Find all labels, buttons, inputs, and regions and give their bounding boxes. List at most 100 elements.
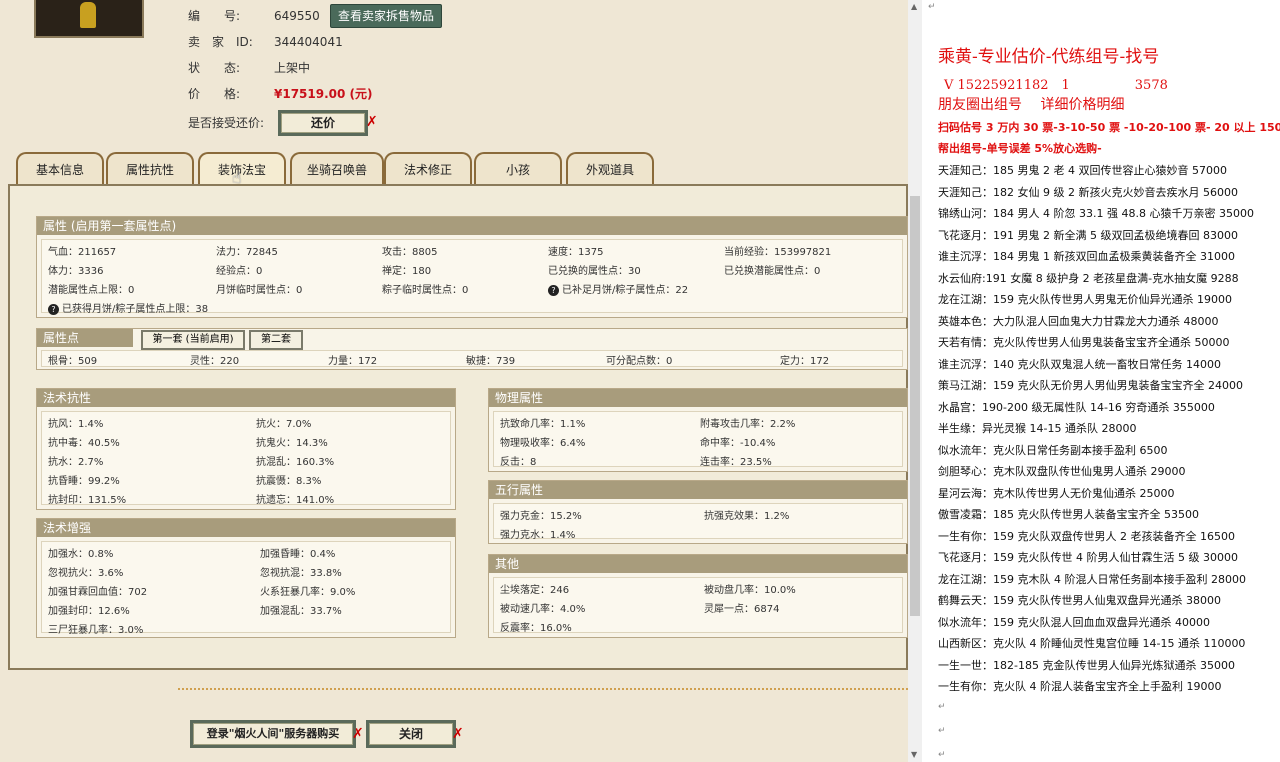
five-cell: 抗强克效果：1.2% [704,511,790,522]
resist-cell: 抗封印：131.5% [48,495,127,506]
spell-enhance-body: 加强水：0.8% 加强昏睡：0.4% 忽视抗火：3.6% 忽视抗混：33.8% … [41,541,451,636]
tab-basic-info[interactable]: 基本信息 [16,152,104,184]
physical-cell: 连击率：23.5% [700,457,772,468]
help-icon[interactable]: ? [48,303,59,315]
attr-cell: 气血：211657 [48,247,117,258]
other-body: 尘埃落定：246 被动盘几率：10.0% 被动速几率：4.0% 灵犀一点：687… [493,577,903,634]
paragraph-mark-icon: ↵ [928,2,936,12]
counter-offer-button[interactable]: 还价 [278,110,368,136]
doc-list-line: 半生缘：异光灵猴 14-15 通杀队 28000 [938,422,1137,435]
doc-title: 乘黄-专业估价-代练组号-找号 [938,47,1160,67]
tab-child[interactable]: 小孩 [474,152,562,184]
doc-list-line: 飞花逐月：159 克火队传世 4 阶男人仙甘霖生活 5 级 30000 [938,551,1238,564]
attribute-points-title: 属性点 [37,329,133,347]
doc-subtitle: 朋友圈出组号 详细价格明细 [938,97,1125,113]
doc-list-line: 鹤舞云天：159 克火队传世男人仙鬼双盘异光通杀 38000 [938,594,1221,607]
five-elements-panel: 五行属性 强力克金：15.2% 抗强克效果：1.2% 强力克水：1.4% [488,480,908,544]
paragraph-mark-icon: ↵ [938,726,946,736]
id-label: 编 号: [188,9,241,23]
doc-list-line: 龙在江湖：159 克木队 4 阶混人日常任务副本接手盈利 28000 [938,572,1246,586]
doc-list-line: 水云仙府:191 女魔 8 级护身 2 老孩星盘满-克水抽女魔 9288 [938,271,1239,285]
attr-cell: 禅定：180 [382,266,432,277]
resist-cell: 抗震慑：8.3% [256,476,322,487]
physical-title: 物理属性 [489,389,907,407]
attribute-panel-title: 属性 (启用第一套属性点) [37,217,907,235]
close-button[interactable]: 关闭 [366,720,456,748]
attr-cell-mooncake: ? 已补足月饼/粽子属性点：22 [548,281,688,296]
other-title: 其他 [489,555,907,573]
enhance-cell: 加强混乱：33.7% [260,606,342,617]
game-trade-window: 编 号: 649550 查看卖家拆售物品 卖 家 ID: 344404041 状 态… [0,0,908,762]
spell-enhance-panel: 法术增强 加强水：0.8% 加强昏睡：0.4% 忽视抗火：3.6% 忽视抗混：3… [36,518,456,638]
attribute-panel: 属性 (启用第一套属性点) 气血：211657 法力：72845 攻击：8805… [36,216,908,318]
point-cell: 力量：172 [328,356,378,367]
physical-cell: 物理吸收率：6.4% [500,438,586,449]
scrollbar-thumb[interactable] [910,196,920,616]
point-cell: 根骨：509 [48,356,98,367]
help-icon[interactable]: ? [548,284,559,296]
point-cell: 灵性：220 [190,356,240,367]
points-set2-tab[interactable]: 第二套 [249,330,303,350]
tab-spell-fix[interactable]: 法术修正 [384,152,472,184]
status-label: 状 态: [188,61,241,75]
doc-list-line: 飞花逐月：191 男鬼 2 新全满 5 级双回孟极绝境春回 83000 [938,228,1238,242]
resist-cell: 抗火：7.0% [256,419,312,430]
points-set1-tab[interactable]: 第一套 (当前启用) [141,330,245,350]
physical-body: 抗致命几率：1.1% 附毒攻击几率：2.2% 物理吸收率：6.4% 命中率：-1… [493,411,903,468]
info-row-counter: 是否接受还价: [188,113,264,133]
doc-list-line: 谁主沉浮：184 男鬼 1 新孩双回血孟极乘黄装备齐全 31000 [938,250,1235,263]
paragraph-mark-icon: ↵ [938,702,946,712]
attr-cell: 潜能属性点上限：0 [48,285,135,296]
doc-list-line: 星河云海：克木队传世男人无价鬼仙通杀 25000 [938,486,1175,500]
other-cell: 被动盘几率：10.0% [704,585,796,596]
five-cell: 强力克水：1.4% [500,530,576,541]
other-cell: 反震率：16.0% [500,623,572,634]
tab-mount-summon[interactable]: 坐骑召唤兽 [290,152,384,184]
resist-cell: 抗鬼火：14.3% [256,438,328,449]
attr-cell: 当前经验：153997821 [724,247,832,258]
attribute-panel-body: 气血：211657 法力：72845 攻击：8805 速度：1375 当前经验：… [41,239,903,315]
doc-list-line: 龙在江湖：159 克火队传世男人男鬼无价仙异光通杀 19000 [938,293,1232,306]
resist-cell: 抗水：2.7% [48,457,104,468]
physical-cell: 抗致命几率：1.1% [500,419,586,430]
doc-list-line: 似水流年：159 克火队混人回血血双盘异光通杀 40000 [938,615,1210,629]
character-figure [80,2,96,28]
scroll-up-icon[interactable]: ▲ [911,2,917,11]
spell-resist-title: 法术抗性 [37,389,455,407]
tab-content-area: 属性 (启用第一套属性点) 气血：211657 法力：72845 攻击：8805… [8,184,908,670]
close-x-icon[interactable]: ✗ [452,726,464,742]
tab-attribute-resist[interactable]: 属性抗性 [106,152,194,184]
close-x-icon[interactable]: ✗ [352,726,364,742]
resist-cell: 抗混乱：160.3% [256,457,335,468]
doc-list-line: 山西新区：克火队 4 阶睡仙灵性鬼宫位睡 14-15 通杀 110000 [938,637,1246,650]
spell-resist-body: 抗风：1.4% 抗火：7.0% 抗中毒：40.5% 抗鬼火：14.3% 抗水：2… [41,411,451,506]
enhance-cell: 火系狂暴几率：9.0% [260,587,356,598]
tab-appearance[interactable]: 外观道具 [566,152,654,184]
document-pane: ↵ 乘黄-专业估价-代练组号-找号 V 15225921182 1 3578 朋… [922,0,1280,762]
resist-cell: 抗中毒：40.5% [48,438,120,449]
vertical-scrollbar[interactable]: ▲ ▼ [908,0,922,762]
physical-panel: 物理属性 抗致命几率：1.1% 附毒攻击几率：2.2% 物理吸收率：6.4% 命… [488,388,908,472]
price-label: 价 格: [188,87,241,101]
attr-cell: 攻击：8805 [382,247,438,258]
enhance-cell: 忽视抗混：33.8% [260,568,342,579]
five-elements-title: 五行属性 [489,481,907,499]
info-row-seller: 卖 家 ID: 344404041 [188,32,343,52]
enhance-cell: 加强昏睡：0.4% [260,549,336,560]
point-cell: 定力：172 [780,356,830,367]
other-cell: 被动速几率：4.0% [500,604,586,615]
five-cell: 强力克金：15.2% [500,511,582,522]
login-server-buy-button[interactable]: 登录"烟火人间"服务器购买 [190,720,356,748]
resist-cell: 抗风：1.4% [48,419,104,430]
scroll-down-icon[interactable]: ▼ [911,750,917,759]
info-row-status: 状 态: 上架中 [188,58,310,78]
tab-equipment-treasure[interactable]: 装饰法宝 [198,152,286,184]
doc-red-line: 扫码估号 3 万内 30 票-3-10-50 票 -10-20-100 票- 2… [938,121,1280,134]
doc-list-line: 策马江湖：159 克火队无价男人男仙男鬼装备宝宝齐全 24000 [938,379,1243,392]
close-x-icon[interactable]: ✗ [366,114,378,130]
price-value: ¥17519.00 (元) [274,87,373,101]
attr-cell: 法力：72845 [216,247,278,258]
view-seller-items-button[interactable]: 查看卖家拆售物品 [330,4,443,28]
resist-cell: 抗遗忘：141.0% [256,495,335,506]
point-cell: 敏捷：739 [466,356,516,367]
